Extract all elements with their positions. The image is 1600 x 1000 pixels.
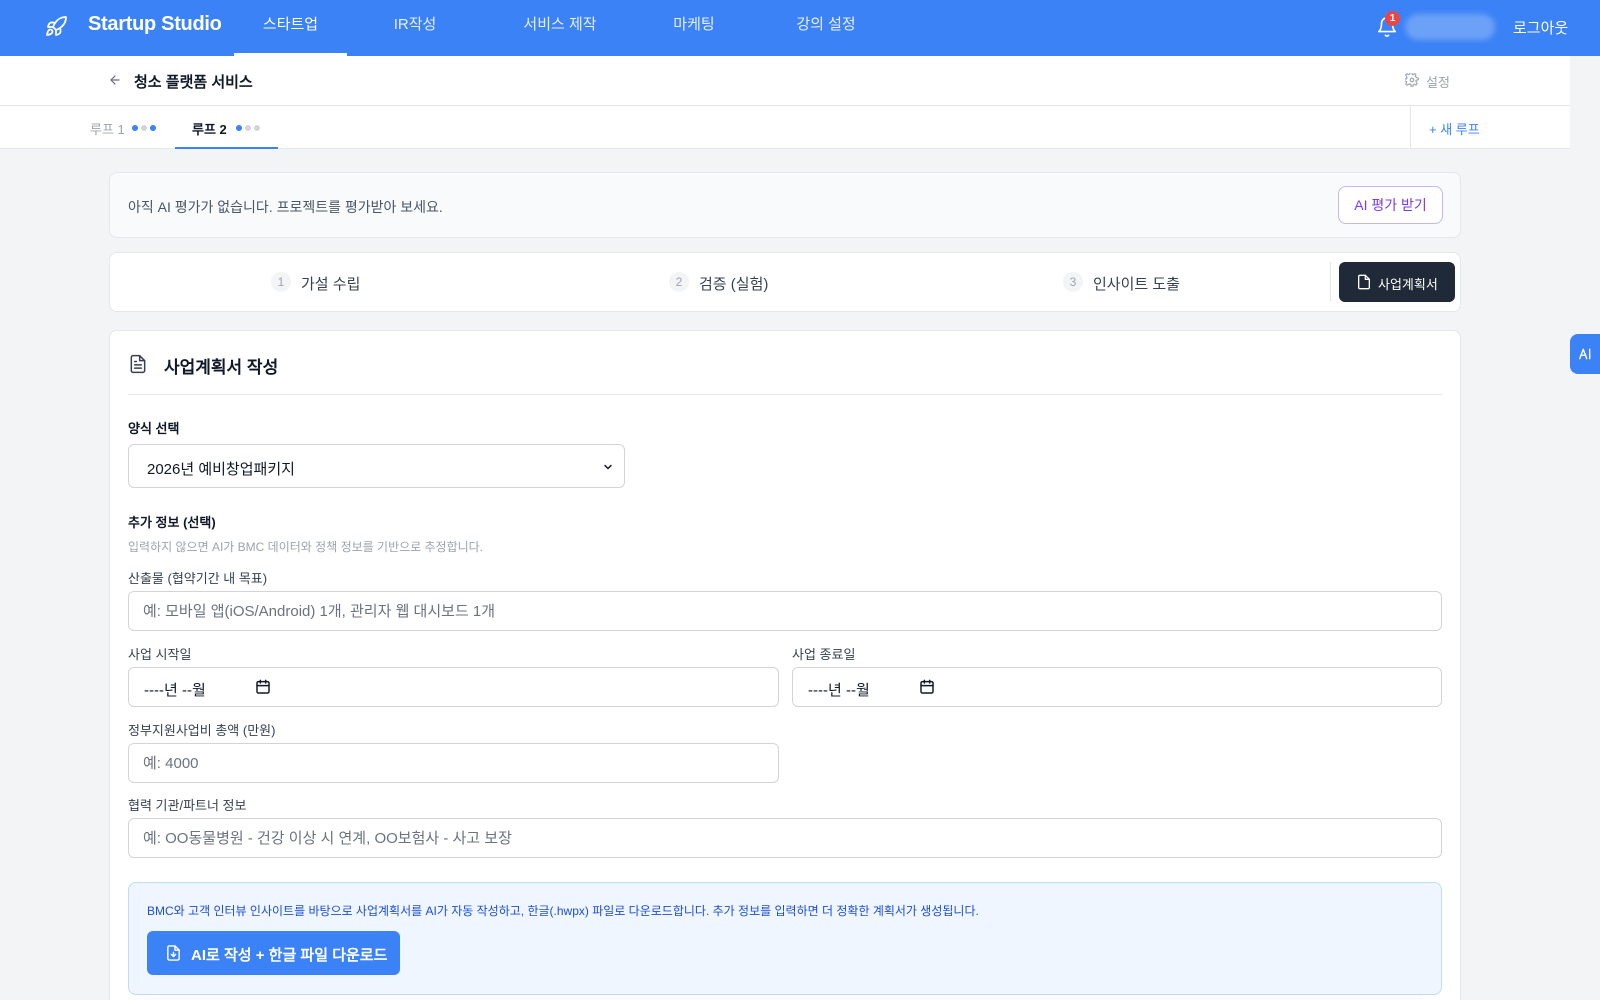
- template-select[interactable]: 2026년 예비창업패키지: [128, 444, 625, 488]
- business-plan-card: 사업계획서 작성 양식 선택 2026년 예비창업패키지 추가 정보 (선택) …: [109, 330, 1461, 1000]
- start-date-value: ----년 --월: [144, 682, 206, 699]
- budget-input[interactable]: [128, 743, 779, 783]
- loop-tab-1[interactable]: 루프 1: [90, 106, 170, 149]
- progress-dot-pending: [245, 125, 251, 131]
- loop-progress-dots: [132, 125, 156, 131]
- new-loop-button[interactable]: + 새 루프: [1429, 119, 1480, 138]
- loop-tab-label: 루프 1: [90, 122, 125, 137]
- section-divider: [128, 394, 1442, 395]
- ai-generate-button-label: AI로 작성 + 한글 파일 다운로드: [191, 947, 388, 964]
- gear-icon: [1405, 73, 1419, 87]
- budget-label: 정부지원사업비 총액 (만원): [128, 723, 276, 738]
- user-profile[interactable]: [1405, 14, 1495, 40]
- settings-button[interactable]: 설정: [1405, 72, 1450, 91]
- nav-item-service[interactable]: 서비스 제작: [500, 0, 620, 56]
- settings-label: 설정: [1426, 75, 1450, 90]
- end-date-value: ----년 --월: [808, 682, 870, 699]
- step-number: 2: [669, 272, 689, 292]
- extra-info-hint: 입력하지 않으면 AI가 BMC 데이터와 정책 정보를 기반으로 추정합니다.: [128, 540, 484, 554]
- progress-dot-done: [236, 125, 242, 131]
- ai-generation-description: BMC와 고객 인터뷰 인사이트를 바탕으로 사업계획서를 AI가 자동 작성하…: [147, 904, 979, 918]
- loop-tab-bar: 루프 1 루프 2 + 새 루프: [0, 106, 1570, 149]
- document-text-icon: [130, 354, 146, 374]
- step-label: 가설 수립: [301, 276, 361, 293]
- deliverables-label: 산출물 (협약기간 내 목표): [128, 571, 268, 586]
- ai-evaluation-message: 아직 AI 평가가 없습니다. 프로젝트를 평가받아 보세요.: [128, 199, 443, 215]
- nav-item-startup[interactable]: 스타트업: [234, 0, 347, 56]
- nav-item-ir[interactable]: IR작성: [370, 0, 460, 56]
- extra-info-label: 추가 정보 (선택): [128, 515, 216, 530]
- step-number: 1: [271, 272, 291, 292]
- step-label: 인사이트 도출: [1093, 276, 1180, 293]
- new-loop-area: + 새 루프: [1410, 106, 1570, 149]
- ai-generation-info-box: BMC와 고객 인터뷰 인사이트를 바탕으로 사업계획서를 AI가 자동 작성하…: [128, 882, 1442, 995]
- ai-icon: [1579, 348, 1591, 360]
- get-ai-evaluation-button[interactable]: AI 평가 받기: [1338, 186, 1443, 224]
- file-download-icon: [167, 945, 180, 961]
- partners-label: 협력 기관/파트너 정보: [128, 798, 247, 813]
- rocket-logo-icon[interactable]: [44, 15, 68, 39]
- notification-badge: 1: [1385, 11, 1400, 26]
- end-date-label: 사업 종료일: [792, 647, 856, 662]
- ai-evaluation-card: 아직 AI 평가가 없습니다. 프로젝트를 평가받아 보세요. AI 평가 받기: [109, 172, 1461, 238]
- business-plan-title: 사업계획서 작성: [164, 358, 279, 377]
- step-number: 3: [1063, 272, 1083, 292]
- business-plan-button-label: 사업계획서: [1378, 277, 1438, 292]
- partners-input[interactable]: [128, 818, 1442, 858]
- deliverables-input[interactable]: [128, 591, 1442, 631]
- loop-tab-label: 루프 2: [192, 122, 227, 137]
- progress-dot-pending: [254, 125, 260, 131]
- template-select-label: 양식 선택: [128, 421, 180, 436]
- loop-tab-2[interactable]: 루프 2: [175, 106, 278, 149]
- calendar-icon[interactable]: [255, 679, 271, 695]
- logout-button[interactable]: 로그아웃: [1513, 17, 1568, 38]
- step-label: 검증 (실험): [699, 276, 769, 293]
- steps-divider: [1330, 262, 1331, 302]
- process-steps-bar: 1 가설 수립 2 검증 (실험) 3 인사이트 도출 사업계획서: [109, 252, 1461, 312]
- chevron-down-icon: [604, 464, 612, 470]
- nav-item-marketing[interactable]: 마케팅: [654, 0, 734, 56]
- ai-side-panel-toggle[interactable]: [1570, 334, 1600, 374]
- brand-name[interactable]: Startup Studio: [88, 13, 222, 36]
- progress-dot-done: [132, 125, 138, 131]
- nav-item-course-settings[interactable]: 강의 설정: [776, 0, 876, 56]
- top-navigation-bar: Startup Studio 스타트업 IR작성 서비스 제작 마케팅 강의 설…: [0, 0, 1600, 56]
- calendar-icon[interactable]: [919, 679, 935, 695]
- progress-dot-done: [150, 125, 156, 131]
- document-icon: [1358, 274, 1370, 290]
- page-title: 청소 플랫폼 서비스: [134, 74, 253, 91]
- start-date-input[interactable]: ----년 --월: [128, 667, 779, 707]
- page-header: 청소 플랫폼 서비스 설정: [0, 56, 1570, 106]
- business-plan-button[interactable]: 사업계획서: [1339, 262, 1455, 302]
- progress-dot-pending: [141, 125, 147, 131]
- back-arrow-icon[interactable]: [108, 73, 122, 87]
- template-selected-value: 2026년 예비창업패키지: [147, 461, 295, 478]
- start-date-label: 사업 시작일: [128, 647, 192, 662]
- ai-generate-download-button[interactable]: AI로 작성 + 한글 파일 다운로드: [147, 931, 400, 975]
- loop-progress-dots: [236, 125, 260, 131]
- end-date-input[interactable]: ----년 --월: [792, 667, 1442, 707]
